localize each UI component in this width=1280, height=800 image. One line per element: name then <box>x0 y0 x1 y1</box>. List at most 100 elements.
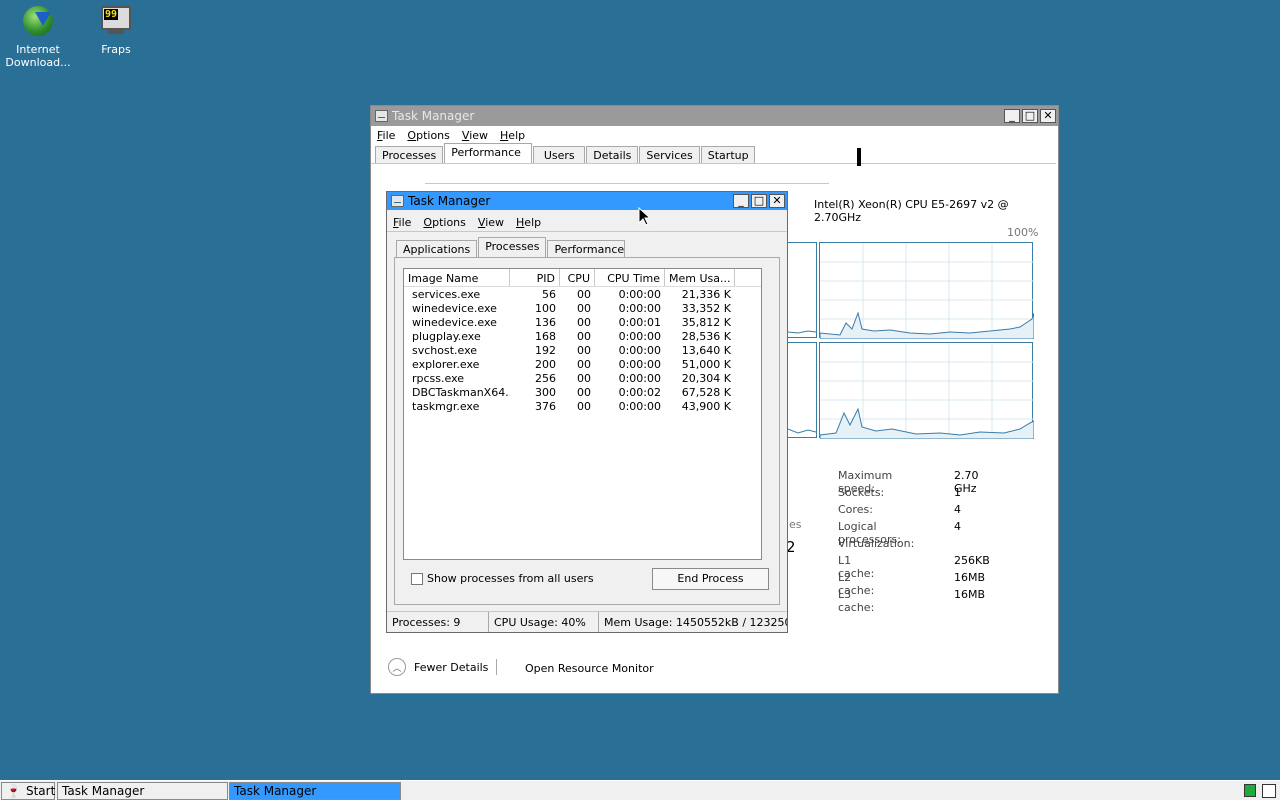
tab-processes[interactable]: Processes <box>478 237 547 257</box>
titlebar[interactable]: Task Manager _ □ ✕ <box>371 106 1058 126</box>
task-manager-icon <box>375 110 388 122</box>
desktop-icon-label: Fraps <box>101 43 131 56</box>
status-mem-usage: Mem Usage: 1450552kB / 12325072kB <box>604 616 787 629</box>
cell-image-name: plugplay.exe <box>412 330 481 343</box>
menu-options[interactable]: Options <box>407 129 449 142</box>
process-list[interactable]: Image Name PID CPU CPU Time Mem Usa... s… <box>403 268 762 560</box>
cell-cpu-time: 0:00:00 <box>618 288 661 301</box>
tab-processes[interactable]: Processes <box>375 146 444 163</box>
chevron-up-icon: ︿ <box>388 658 406 676</box>
cell-cpu: 00 <box>577 400 591 413</box>
cell-image-name: winedevice.exe <box>412 302 497 315</box>
panel-top-border <box>425 183 829 184</box>
status-processes: Processes: 9 <box>387 612 489 632</box>
menu-view[interactable]: View <box>462 129 488 142</box>
cell-pid: 376 <box>535 400 556 413</box>
menu-help[interactable]: Help <box>516 216 541 229</box>
show-all-users-checkbox[interactable]: Show processes from all users <box>411 572 594 585</box>
partial-label-es: es <box>789 518 802 531</box>
window-title: Task Manager <box>408 194 491 208</box>
table-row[interactable]: taskmgr.exe 376 00 0:00:00 43,900 K <box>404 400 761 414</box>
column-filler <box>735 269 761 286</box>
internet-download-manager-icon <box>21 6 55 40</box>
text-cursor <box>857 148 861 166</box>
tab-startup[interactable]: Startup <box>700 146 755 163</box>
taskbar-item-task-manager-active[interactable]: Task Manager <box>229 782 401 800</box>
column-cpu[interactable]: CPU <box>560 269 595 286</box>
status-bar: Processes: 9 CPU Usage: 40% Mem Usage: 1… <box>387 611 787 632</box>
cell-cpu: 00 <box>577 316 591 329</box>
desktop-icon-internet-download[interactable]: Internet Download... <box>0 4 76 69</box>
cell-image-name: services.exe <box>412 288 481 301</box>
table-row[interactable]: winedevice.exe 100 00 0:00:00 33,352 K <box>404 302 761 316</box>
menu-help[interactable]: Help <box>500 129 525 142</box>
menubar: File Options View Help <box>371 126 1058 144</box>
cell-image-name: DBCTaskmanX64... <box>412 386 510 399</box>
cell-cpu: 00 <box>577 344 591 357</box>
tray-network-icon <box>1244 784 1256 797</box>
cell-mem-usage: 67,528 K <box>681 386 731 399</box>
cell-pid: 168 <box>535 330 556 343</box>
taskbar: 🍷 Start Task Manager Task Manager <box>0 780 1280 800</box>
desktop-icon-fraps[interactable]: 99 Fraps <box>78 4 154 56</box>
cell-image-name: winedevice.exe <box>412 316 497 329</box>
cpu-graph-bottom-right <box>819 342 1034 439</box>
taskbar-item-task-manager[interactable]: Task Manager <box>57 782 228 800</box>
cell-cpu: 00 <box>577 330 591 343</box>
checkbox-box <box>411 572 423 585</box>
minimize-button[interactable]: _ <box>733 194 749 208</box>
tab-services[interactable]: Services <box>639 146 700 163</box>
cell-pid: 100 <box>535 302 556 315</box>
menu-view[interactable]: View <box>478 216 504 229</box>
minimize-button[interactable]: _ <box>1004 109 1020 123</box>
cell-cpu-time: 0:00:00 <box>618 358 661 371</box>
table-row[interactable]: services.exe 56 00 0:00:00 21,336 K <box>404 288 761 302</box>
close-button[interactable]: ✕ <box>769 194 785 208</box>
close-button[interactable]: ✕ <box>1040 109 1056 123</box>
cell-pid: 300 <box>535 386 556 399</box>
tab-performance[interactable]: Performance <box>547 240 626 257</box>
mouse-cursor <box>638 207 650 226</box>
cell-cpu: 00 <box>577 386 591 399</box>
cell-pid: 256 <box>535 372 556 385</box>
cell-image-name: svchost.exe <box>412 344 478 357</box>
maximize-button[interactable]: □ <box>1022 109 1038 123</box>
cell-cpu-time: 0:00:00 <box>618 372 661 385</box>
cpu-graph-top-right <box>819 242 1034 339</box>
table-row[interactable]: svchost.exe 192 00 0:00:00 13,640 K <box>404 344 761 358</box>
start-button[interactable]: 🍷 Start <box>1 782 55 800</box>
fewer-details-button[interactable]: ︿ Fewer Details <box>388 658 498 676</box>
cell-cpu-time: 0:00:02 <box>618 386 661 399</box>
table-row[interactable]: plugplay.exe 168 00 0:00:00 28,536 K <box>404 330 761 344</box>
show-all-users-label: Show processes from all users <box>427 572 594 585</box>
column-cpu-time[interactable]: CPU Time <box>595 269 665 286</box>
task-manager-window-front[interactable]: Task Manager _ □ ✕ File Options View Hel… <box>386 191 788 633</box>
cell-mem-usage: 51,000 K <box>681 358 731 371</box>
table-row[interactable]: DBCTaskmanX64... 300 00 0:00:02 67,528 K <box>404 386 761 400</box>
cell-mem-usage: 20,304 K <box>681 372 731 385</box>
tab-applications[interactable]: Applications <box>396 240 478 257</box>
menu-file[interactable]: File <box>393 216 411 229</box>
tab-users[interactable]: Users <box>533 146 586 163</box>
cell-image-name: explorer.exe <box>412 358 480 371</box>
titlebar[interactable]: Task Manager _ □ ✕ <box>387 192 787 210</box>
cpu-name: Intel(R) Xeon(R) CPU E5-2697 v2 @ 2.70GH… <box>814 198 1009 224</box>
column-image-name[interactable]: Image Name <box>404 269 510 286</box>
column-pid[interactable]: PID <box>510 269 560 286</box>
tab-performance[interactable]: Performance <box>444 143 533 163</box>
maximize-button[interactable]: □ <box>751 194 767 208</box>
open-resource-monitor-link[interactable]: Open Resource Monitor <box>525 662 654 675</box>
menu-options[interactable]: Options <box>423 216 465 229</box>
end-process-button[interactable]: End Process <box>652 568 769 590</box>
column-mem-usage[interactable]: Mem Usa... <box>665 269 735 286</box>
table-row[interactable]: winedevice.exe 136 00 0:00:01 35,812 K <box>404 316 761 330</box>
tab-details[interactable]: Details <box>586 146 639 163</box>
tab-strip: Applications Processes Performance <box>396 237 626 257</box>
window-title: Task Manager <box>392 109 475 123</box>
table-row[interactable]: rpcss.exe 256 00 0:00:00 20,304 K <box>404 372 761 386</box>
table-row[interactable]: explorer.exe 200 00 0:00:00 51,000 K <box>404 358 761 372</box>
cell-cpu-time: 0:00:00 <box>618 400 661 413</box>
cell-mem-usage: 43,900 K <box>681 400 731 413</box>
menu-file[interactable]: File <box>377 129 395 142</box>
cell-mem-usage: 13,640 K <box>681 344 731 357</box>
